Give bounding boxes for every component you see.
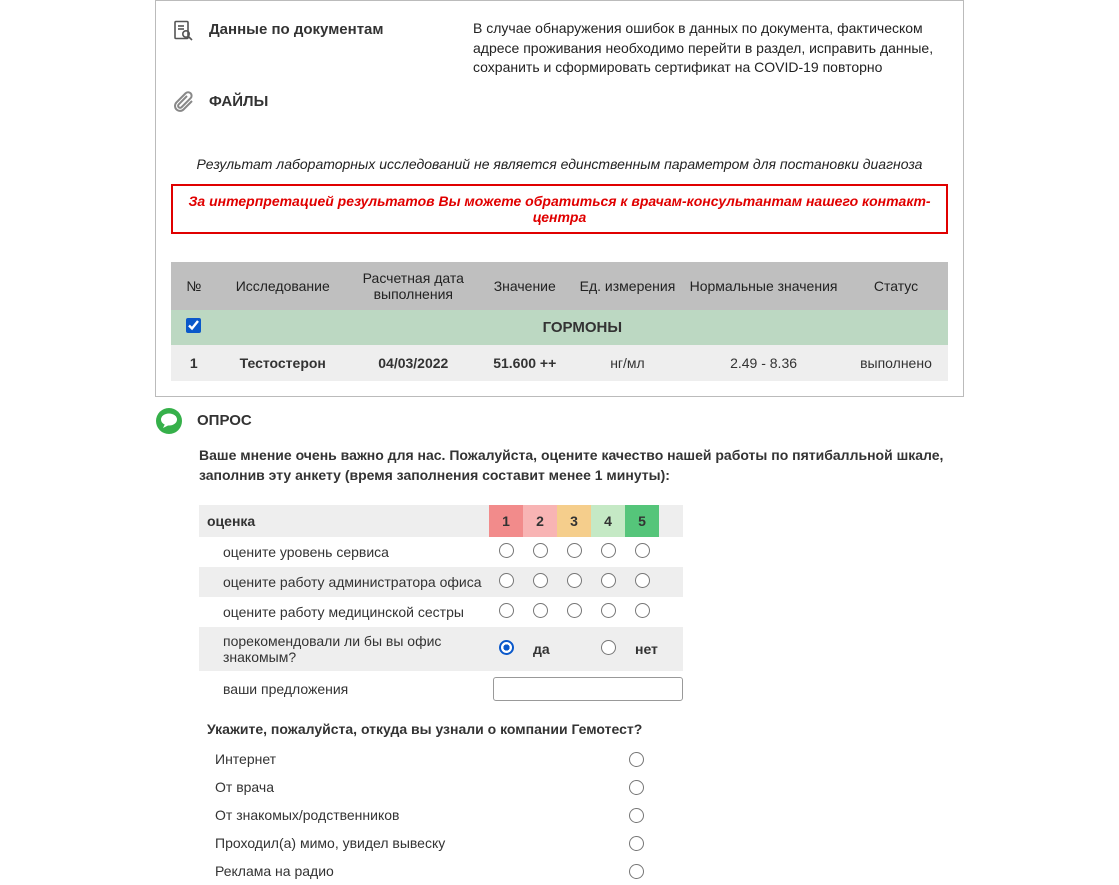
survey-intro: Ваше мнение очень важно для нас. Пожалуй…: [199, 445, 959, 486]
source-row: От врача: [199, 773, 964, 801]
col-study: Исследование: [217, 262, 349, 310]
q3-score-5[interactable]: [635, 603, 650, 618]
table-category-row: ГОРМОНЫ: [171, 310, 948, 345]
source-label-4: Реклама на радио: [215, 863, 629, 879]
recommend-label: порекомендовали ли бы вы офис знакомым?: [199, 627, 489, 671]
score-5-header: 5: [625, 505, 659, 537]
cell-num: 1: [171, 345, 217, 381]
q2-score-5[interactable]: [635, 573, 650, 588]
document-search-icon: [171, 19, 195, 43]
source-label-3: Проходил(а) мимо, увидел вывеску: [215, 835, 629, 851]
suggestions-input[interactable]: [493, 677, 683, 701]
source-header: Укажите, пожалуйста, откуда вы узнали о …: [199, 721, 964, 737]
col-date: Расчетная дата выполнения: [349, 262, 478, 310]
source-label-2: От знакомых/родственников: [215, 807, 629, 823]
score-header-label: оценка: [199, 505, 489, 537]
col-unit: Ед. измерения: [572, 262, 683, 310]
recommend-no-label: нет: [625, 641, 658, 657]
q2-score-1[interactable]: [499, 573, 514, 588]
cell-unit: нг/мл: [572, 345, 683, 381]
q1-score-4[interactable]: [601, 543, 616, 558]
survey-title: ОПРОС: [197, 412, 252, 429]
q2-score-3[interactable]: [567, 573, 582, 588]
q2-score-4[interactable]: [601, 573, 616, 588]
cell-study: Тестостерон: [217, 345, 349, 381]
rating-table: оценка 1 2 3 4 5 оцените уровень сервиса…: [199, 505, 683, 707]
results-table: № Исследование Расчетная дата выполнения…: [171, 262, 948, 381]
source-row: От знакомых/родственников: [199, 801, 964, 829]
q1-score-1[interactable]: [499, 543, 514, 558]
documents-description: В случае обнаружения ошибок в данных по …: [473, 19, 948, 78]
document-card: Данные по документам В случае обнаружени…: [155, 0, 964, 397]
score-4-header: 4: [591, 505, 625, 537]
recommend-yes-radio[interactable]: [499, 640, 514, 655]
category-name: ГОРМОНЫ: [217, 310, 948, 345]
interpretation-box: За интерпретацией результатов Вы можете …: [171, 184, 948, 234]
q3-score-2[interactable]: [533, 603, 548, 618]
score-1-header: 1: [489, 505, 523, 537]
q3-label: оцените работу медицинской сестры: [199, 597, 489, 627]
table-row: 1 Тестостерон 04/03/2022 51.600 ++ нг/мл…: [171, 345, 948, 381]
cell-status: выполнено: [844, 345, 948, 381]
q1-label: оцените уровень сервиса: [199, 537, 489, 567]
q1-score-2[interactable]: [533, 543, 548, 558]
q1-score-5[interactable]: [635, 543, 650, 558]
q3-score-4[interactable]: [601, 603, 616, 618]
source-label-1: От врача: [215, 779, 629, 795]
source-radio-3[interactable]: [629, 836, 644, 851]
q3-score-1[interactable]: [499, 603, 514, 618]
recommend-no-radio[interactable]: [601, 640, 616, 655]
score-3-header: 3: [557, 505, 591, 537]
source-row: Проходил(а) мимо, увидел вывеску: [199, 829, 964, 857]
q3-score-3[interactable]: [567, 603, 582, 618]
col-num: №: [171, 262, 217, 310]
source-row: Интернет: [199, 745, 964, 773]
q2-score-2[interactable]: [533, 573, 548, 588]
survey-section: ОПРОС Ваше мнение очень важно для нас. П…: [155, 407, 964, 885]
files-row: ФАЙЛЫ: [171, 86, 948, 126]
col-status: Статус: [844, 262, 948, 310]
col-value: Значение: [478, 262, 572, 310]
chat-icon: [155, 407, 183, 435]
source-label-0: Интернет: [215, 751, 629, 767]
source-radio-1[interactable]: [629, 780, 644, 795]
score-2-header: 2: [523, 505, 557, 537]
documents-title: Данные по документам: [209, 19, 459, 38]
source-row: Реклама на радио: [199, 857, 964, 885]
suggestions-label: ваши предложения: [199, 671, 489, 707]
source-radio-2[interactable]: [629, 808, 644, 823]
cell-value: 51.600 ++: [478, 345, 572, 381]
documents-row: Данные по документам В случае обнаружени…: [171, 11, 948, 86]
interpretation-text: За интерпретацией результатов Вы можете …: [188, 193, 930, 225]
q2-label: оцените работу администратора офиса: [199, 567, 489, 597]
recommend-yes-label: да: [523, 641, 590, 657]
source-radio-0[interactable]: [629, 752, 644, 767]
source-radio-4[interactable]: [629, 864, 644, 879]
q1-score-3[interactable]: [567, 543, 582, 558]
lab-note: Результат лабораторных исследований не я…: [171, 156, 948, 172]
paperclip-icon: [171, 90, 195, 114]
cell-norm: 2.49 - 8.36: [683, 345, 844, 381]
files-title: ФАЙЛЫ: [209, 93, 268, 110]
cell-date: 04/03/2022: [349, 345, 478, 381]
col-norm: Нормальные значения: [683, 262, 844, 310]
category-checkbox[interactable]: [186, 318, 201, 333]
